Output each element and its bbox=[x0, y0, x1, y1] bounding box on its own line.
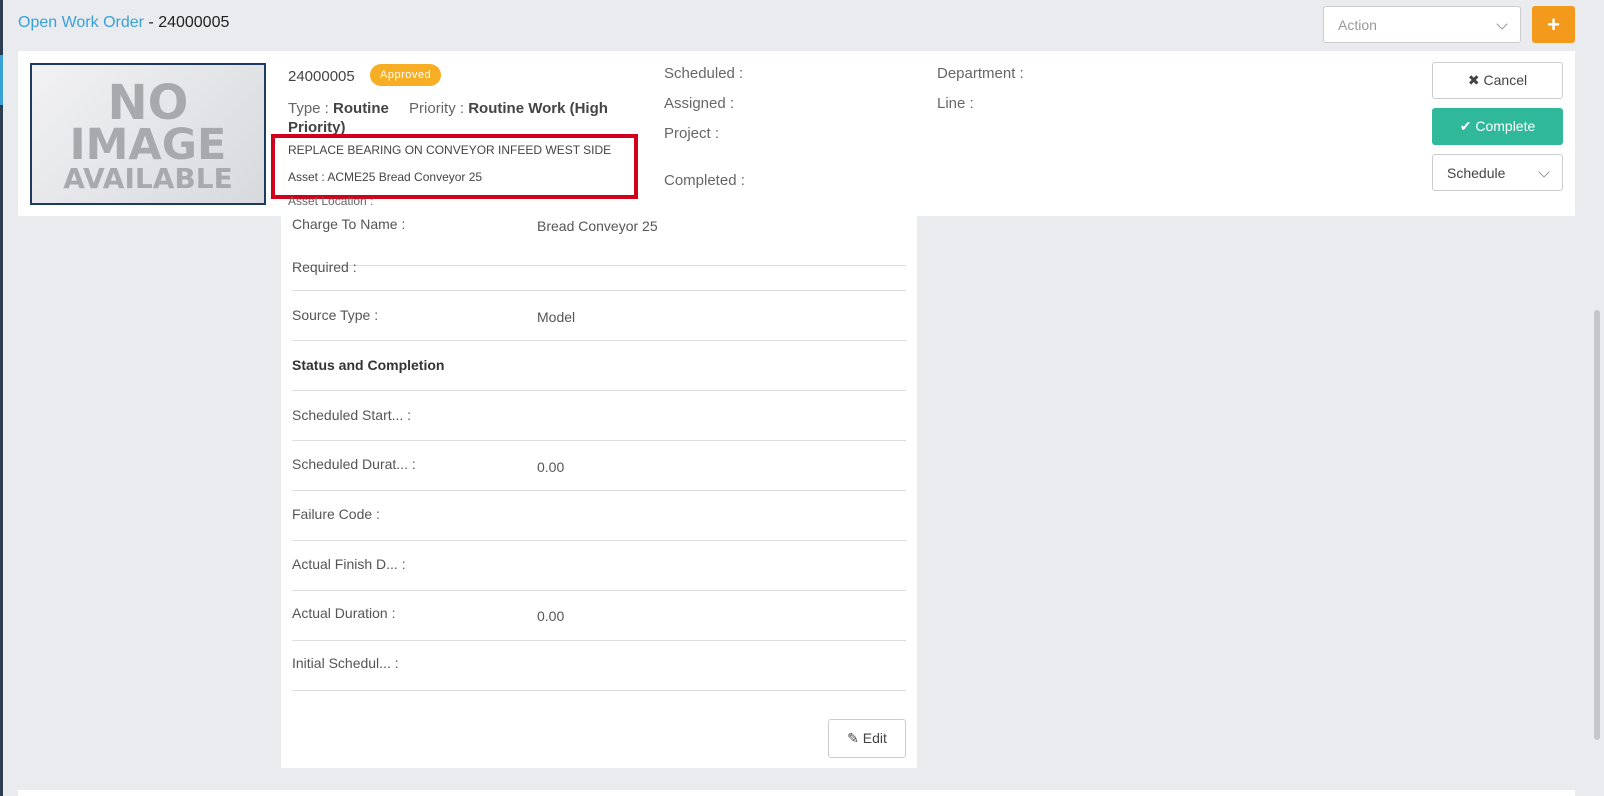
asset-location-label: Asset Location : bbox=[288, 194, 374, 208]
department-label: Department : bbox=[937, 65, 1024, 82]
edit-button[interactable]: ✎ Edit bbox=[828, 719, 906, 758]
detail-label: Source Type : bbox=[292, 307, 379, 323]
work-order-number: 24000005 bbox=[288, 68, 355, 85]
detail-row-scheduled-start: Scheduled Start... : bbox=[292, 391, 906, 441]
detail-row-scheduled-duration: Scheduled Durat... : 0.00 bbox=[292, 441, 906, 491]
detail-row-required: Required : bbox=[292, 241, 906, 291]
action-select-label: Action bbox=[1338, 17, 1377, 33]
title-separator: - bbox=[143, 14, 159, 31]
schedule-select[interactable]: Schedule bbox=[1432, 154, 1563, 191]
work-order-details-panel: Charge To Name : Bread Conveyor 25 Requi… bbox=[281, 216, 917, 768]
chevron-down-icon bbox=[1496, 18, 1508, 30]
work-order-summary-card: NO IMAGE AVAILABLE 24000005 Approved Typ… bbox=[18, 51, 1575, 216]
detail-value: 0.00 bbox=[537, 459, 565, 475]
page-scrollbar[interactable] bbox=[1594, 310, 1600, 740]
sidebar-active-indicator bbox=[0, 55, 3, 105]
detail-row-actual-duration: Actual Duration : 0.00 bbox=[292, 591, 906, 641]
bottom-card-edge bbox=[18, 790, 1575, 796]
assigned-label: Assigned : bbox=[664, 95, 735, 112]
left-sidebar-edge bbox=[0, 0, 3, 796]
section-heading: Status and Completion bbox=[292, 357, 445, 373]
detail-value: Model bbox=[537, 309, 576, 325]
section-status-and-completion: Status and Completion bbox=[292, 341, 906, 391]
detail-value: Bread Conveyor 25 bbox=[537, 218, 658, 234]
detail-value: 0.00 bbox=[537, 608, 565, 624]
detail-label: Initial Schedul... : bbox=[292, 655, 399, 671]
add-button[interactable]: + bbox=[1532, 6, 1575, 43]
work-order-description: REPLACE BEARING ON CONVEYOR INFEED WEST … bbox=[288, 143, 612, 157]
detail-label: Required : bbox=[292, 259, 357, 275]
cancel-button-label: Cancel bbox=[1483, 72, 1528, 88]
no-image-text-3: AVAILABLE bbox=[63, 162, 233, 195]
times-icon: ✖ bbox=[1467, 72, 1480, 88]
priority-label: Priority : bbox=[409, 100, 465, 117]
detail-label: Actual Finish D... : bbox=[292, 556, 406, 572]
type-priority-line: Type : Routine Priority : Routine Work (… bbox=[288, 99, 628, 137]
completed-label: Completed : bbox=[664, 172, 745, 189]
action-select[interactable]: Action bbox=[1323, 6, 1521, 43]
complete-button-label: Complete bbox=[1475, 118, 1536, 134]
pencil-icon: ✎ bbox=[847, 730, 859, 746]
check-icon: ✔ bbox=[1459, 118, 1472, 134]
detail-row-actual-finish: Actual Finish D... : bbox=[292, 541, 906, 591]
chevron-down-icon bbox=[1538, 166, 1550, 178]
scheduled-label: Scheduled : bbox=[664, 65, 744, 82]
detail-row-source-type: Source Type : Model bbox=[292, 291, 906, 341]
detail-label: Scheduled Durat... : bbox=[292, 456, 416, 472]
asset-line[interactable]: Asset : ACME25 Bread Conveyor 25 bbox=[288, 170, 482, 184]
page-title: Open Work Order - 24000005 bbox=[18, 14, 229, 32]
detail-label: Failure Code : bbox=[292, 506, 380, 522]
open-work-order-link[interactable]: Open Work Order bbox=[18, 14, 144, 31]
status-badge: Approved bbox=[370, 64, 442, 86]
detail-row-failure-code: Failure Code : bbox=[292, 491, 906, 541]
project-label: Project : bbox=[664, 125, 720, 142]
work-order-number-title: 24000005 bbox=[158, 14, 230, 31]
edit-button-label: Edit bbox=[862, 730, 887, 746]
detail-label: Scheduled Start... : bbox=[292, 407, 412, 423]
no-image-placeholder: NO IMAGE AVAILABLE bbox=[30, 63, 266, 205]
cancel-button[interactable]: ✖ Cancel bbox=[1432, 62, 1563, 99]
detail-row-initial-schedule: Initial Schedul... : bbox=[292, 641, 906, 691]
no-image-text-2: IMAGE bbox=[69, 120, 227, 170]
complete-button[interactable]: ✔ Complete bbox=[1432, 108, 1563, 145]
schedule-select-label: Schedule bbox=[1447, 165, 1506, 181]
no-image-text-1: NO bbox=[107, 75, 189, 131]
detail-label: Actual Duration : bbox=[292, 605, 396, 621]
line-label: Line : bbox=[937, 95, 974, 112]
detail-label: Charge To Name : bbox=[292, 216, 406, 232]
type-label: Type : bbox=[288, 100, 329, 117]
type-value: Routine bbox=[333, 100, 389, 117]
